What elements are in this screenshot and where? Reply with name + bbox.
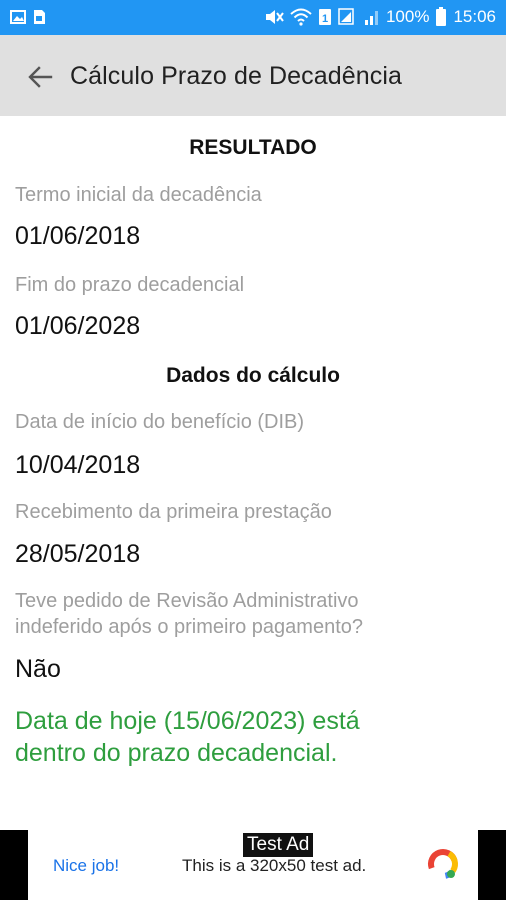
svg-text:1: 1 xyxy=(322,13,328,25)
result-content: RESULTADO Termo inicial da decadência 01… xyxy=(0,116,506,830)
result-heading: RESULTADO xyxy=(189,136,317,159)
arrow-back-icon xyxy=(28,66,53,88)
battery-percent: 100% xyxy=(385,7,430,26)
signal-bars-icon xyxy=(364,8,380,26)
ad-logo-icon[interactable] xyxy=(425,846,461,882)
status-bar: 1 100% 15:06 xyxy=(0,0,506,35)
ad-banner[interactable]: Test Ad Nice job! This is a 320x50 test … xyxy=(28,830,478,900)
ad-cta-link[interactable]: Nice job! xyxy=(53,856,119,876)
start-term-label: Termo inicial da decadência xyxy=(15,184,262,206)
first-payment-value: 28/05/2018 xyxy=(15,540,141,568)
sim-1-icon: 1 xyxy=(318,8,332,26)
deadline-status-message: Data de hoje (15/06/2023) está dentro do… xyxy=(15,705,495,769)
dib-label: Data de início do benefício (DIB) xyxy=(15,411,305,433)
signal-strength-icon xyxy=(338,8,358,26)
notification-icons xyxy=(10,9,46,25)
admin-review-label-line: indeferido após o primeiro pagamento? xyxy=(15,616,363,638)
first-payment-label: Recebimento da primeira prestação xyxy=(15,501,332,523)
back-button[interactable] xyxy=(22,59,58,95)
image-notification-icon xyxy=(10,9,26,25)
app-bar: Cálculo Prazo de Decadência xyxy=(0,35,506,116)
ad-banner-container: Test Ad Nice job! This is a 320x50 test … xyxy=(0,830,506,900)
page-title: Cálculo Prazo de Decadência xyxy=(70,62,403,90)
admin-review-value: Não xyxy=(15,655,61,683)
start-term-value: 01/06/2018 xyxy=(15,222,141,250)
deadline-end-label: Fim do prazo decadencial xyxy=(15,274,245,296)
dib-value: 10/04/2018 xyxy=(15,451,141,479)
ad-text: This is a 320x50 test ad. xyxy=(182,856,367,875)
test-ad-badge: Test Ad xyxy=(243,833,314,857)
mute-icon xyxy=(264,8,284,26)
admin-review-label-line: Teve pedido de Revisão Administrativo xyxy=(15,590,359,612)
deadline-end-value: 01/06/2028 xyxy=(15,312,141,340)
sim-card-icon xyxy=(32,9,46,25)
admin-review-label: Teve pedido de Revisão Administrativo in… xyxy=(15,588,363,640)
wifi-icon xyxy=(290,8,312,26)
status-message-line: Data de hoje (15/06/2023) está xyxy=(15,707,360,735)
battery-icon xyxy=(435,7,447,27)
status-message-line: dentro do prazo decadencial. xyxy=(15,739,338,767)
calc-data-heading: Dados do cálculo xyxy=(166,364,340,387)
system-status-icons: 1 100% 15:06 xyxy=(264,7,496,27)
clock: 15:06 xyxy=(453,7,496,26)
